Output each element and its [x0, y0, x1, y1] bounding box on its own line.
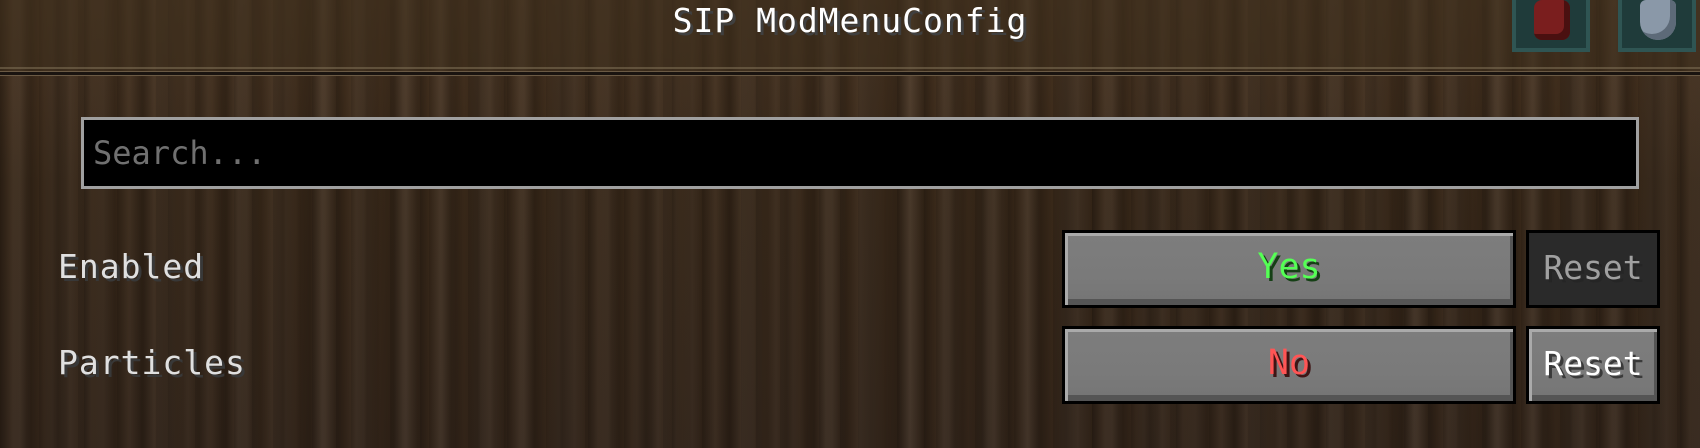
search-input[interactable] — [81, 117, 1639, 189]
particles-toggle-button[interactable]: No — [1062, 326, 1516, 404]
particles-reset-button[interactable]: Reset — [1526, 326, 1660, 404]
option-label-particles: Particles — [58, 343, 246, 382]
toggle-value: Yes — [1257, 247, 1321, 287]
shield-item-icon — [1640, 0, 1676, 40]
toggle-value: No — [1267, 343, 1311, 383]
inventory-slot[interactable] — [1618, 0, 1696, 52]
page-title: SIP ModMenuConfig — [672, 1, 1028, 40]
red-item-icon — [1534, 0, 1570, 40]
enabled-reset-button[interactable]: Reset — [1526, 230, 1660, 308]
inventory-slot[interactable] — [1512, 0, 1590, 52]
header-bar: SIP ModMenuConfig — [0, 0, 1700, 75]
enabled-toggle-button[interactable]: Yes — [1062, 230, 1516, 308]
option-label-enabled: Enabled — [58, 247, 205, 286]
